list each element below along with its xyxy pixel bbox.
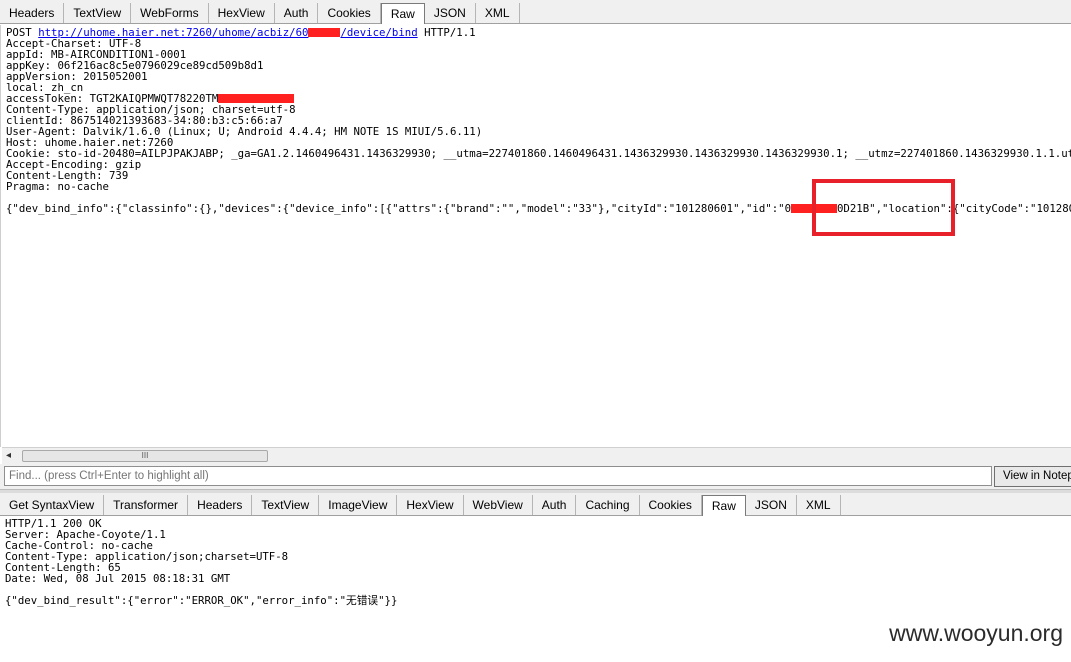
- response-tab-headers[interactable]: Headers: [188, 495, 253, 515]
- response-tab-hexview[interactable]: HexView: [397, 495, 464, 515]
- request-headers-block-1: Accept-Charset: UTF-8 appId: MB-AIRCONDI…: [6, 37, 263, 94]
- response-tab-textview[interactable]: TextView: [252, 495, 320, 515]
- request-raw-pane[interactable]: POST http://uhome.haier.net:7260/uhome/a…: [0, 25, 1071, 447]
- find-bar: View in Notepad: [0, 464, 1071, 489]
- response-tab-auth[interactable]: Auth: [533, 495, 577, 515]
- header-line: Pragma: no-cache: [6, 180, 109, 193]
- request-tab-textview[interactable]: TextView: [64, 3, 132, 23]
- response-tab-imageview[interactable]: ImageView: [319, 495, 398, 515]
- response-tab-get-syntaxview[interactable]: Get SyntaxView: [0, 495, 105, 515]
- request-tab-hexview[interactable]: HexView: [209, 3, 275, 23]
- request-tab-bar: Headers TextView WebForms HexView Auth Cookie…: [0, 0, 1071, 24]
- watermark: www.wooyun.org: [889, 620, 1063, 646]
- scroll-left-arrow-icon[interactable]: ◂: [6, 450, 11, 461]
- response-tab-json[interactable]: JSON: [746, 495, 797, 515]
- response-tab-webview[interactable]: WebView: [464, 495, 533, 515]
- request-tab-headers[interactable]: Headers: [0, 3, 65, 23]
- response-body: {"dev_bind_result":{"error":"ERROR_OK","…: [5, 594, 398, 607]
- request-tab-auth[interactable]: Auth: [275, 3, 319, 23]
- response-tab-xml[interactable]: XML: [797, 495, 841, 515]
- request-protocol: HTTP/1.1: [424, 26, 476, 39]
- response-tab-caching[interactable]: Caching: [576, 495, 640, 515]
- header-line: Date: Wed, 08 Jul 2015 08:18:31 GMT: [5, 572, 231, 585]
- horizontal-scrollbar[interactable]: ◂ III: [2, 447, 1071, 464]
- request-tab-cookies[interactable]: Cookies: [318, 3, 381, 23]
- redaction-mark: [218, 94, 295, 103]
- response-headers-block: HTTP/1.1 200 OK Server: Apache-Coyote/1.…: [5, 517, 288, 585]
- header-line: Cookie: sto-id-20480=AILPJPAKJABP; _ga=G…: [6, 147, 1071, 160]
- request-tab-webforms[interactable]: WebForms: [131, 3, 209, 23]
- redaction-mark: [308, 28, 341, 37]
- request-tab-raw[interactable]: Raw: [380, 3, 425, 24]
- request-tab-xml[interactable]: XML: [476, 3, 520, 23]
- scrollbar-thumb[interactable]: III: [22, 450, 268, 462]
- find-input[interactable]: [4, 466, 992, 486]
- view-in-notepad-button[interactable]: View in Notepad: [994, 466, 1071, 487]
- response-tab-bar: Get SyntaxView Transformer Headers TextView…: [0, 493, 1071, 516]
- response-tab-cookies[interactable]: Cookies: [640, 495, 702, 515]
- response-raw-text: HTTP/1.1 200 OK Server: Apache-Coyote/1.…: [0, 516, 1071, 608]
- response-tab-raw[interactable]: Raw: [701, 495, 746, 516]
- response-tab-transformer[interactable]: Transformer: [104, 495, 189, 515]
- request-tab-json[interactable]: JSON: [425, 3, 476, 23]
- id-highlight-box: [812, 179, 955, 236]
